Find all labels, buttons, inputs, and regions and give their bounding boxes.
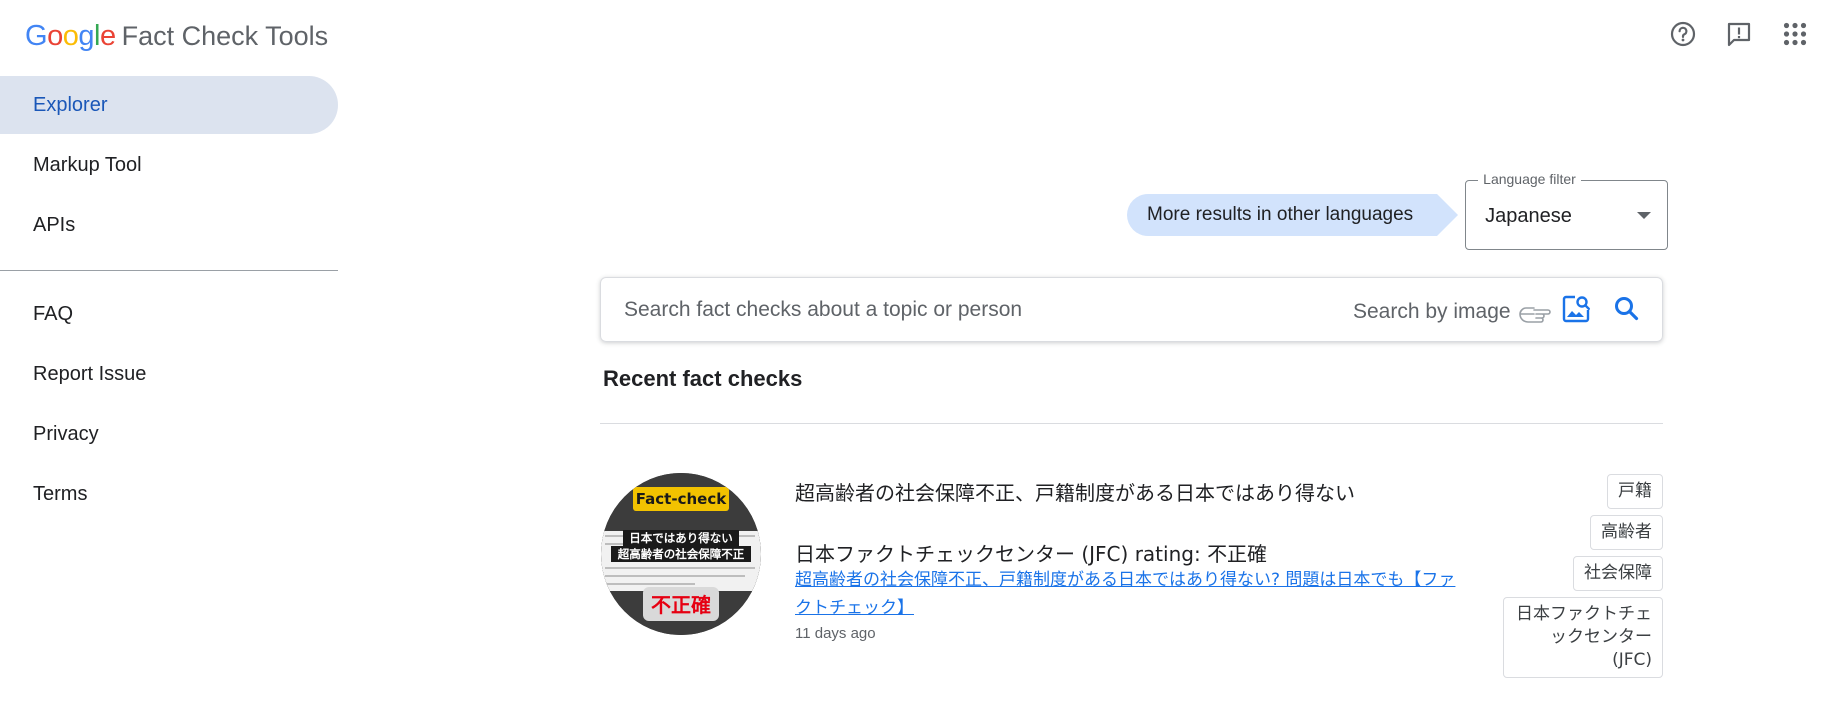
logo[interactable]: Google Fact Check Tools (25, 20, 328, 53)
sidebar: Explorer Markup Tool APIs FAQ Report Iss… (0, 76, 338, 525)
search-box: Search by image (600, 277, 1663, 342)
search-by-image-label[interactable]: Search by image (1353, 300, 1511, 324)
language-row: More results in other languages Language… (1127, 171, 1669, 250)
sidebar-divider (0, 270, 338, 271)
sidebar-item-privacy[interactable]: Privacy (0, 405, 338, 463)
logo-letter: o (47, 20, 63, 52)
fact-check-tags: 戸籍 高齢者 社会保障 日本ファクトチェックセンター (JFC) (1503, 474, 1663, 678)
tag-chip[interactable]: 社会保障 (1573, 556, 1663, 591)
feedback-icon[interactable] (1725, 20, 1753, 48)
fact-check-date: 11 days ago (795, 625, 876, 642)
language-filter-select[interactable]: Language filter Japanese (1465, 171, 1669, 250)
search-icon[interactable] (1612, 294, 1642, 324)
logo-letter: g (78, 20, 94, 52)
fact-check-article-link[interactable]: 超高齢者の社会保障不正、戸籍制度がある日本ではあり得ない? 問題は日本でも【ファ… (795, 566, 1467, 622)
fact-check-rating-line: 日本ファクトチェックセンター (JFC) rating: 不正確 (795, 538, 1267, 567)
rating-label: rating: (1134, 542, 1201, 566)
sidebar-item-faq[interactable]: FAQ (0, 285, 338, 343)
apps-grid-icon[interactable] (1781, 20, 1809, 48)
google-wordmark: Google (25, 20, 116, 53)
sidebar-item-markup-tool[interactable]: Markup Tool (0, 136, 338, 194)
pointing-hand-icon (1518, 302, 1554, 326)
fact-check-publisher: 日本ファクトチェックセンター (JFC) (795, 542, 1129, 566)
sidebar-item-report-issue[interactable]: Report Issue (0, 345, 338, 403)
thumb-badge-text: Fact-check (636, 490, 727, 508)
sidebar-item-explorer[interactable]: Explorer (0, 76, 338, 134)
section-divider (600, 423, 1663, 424)
fact-check-claim: 超高齢者の社会保障不正、戸籍制度がある日本ではあり得ない (795, 481, 1355, 505)
thumb-line2: 超高齢者の社会保障不正 (617, 547, 745, 561)
logo-letter: G (25, 20, 48, 52)
dropdown-arrow-icon (1637, 212, 1652, 219)
tag-chip[interactable]: 戸籍 (1607, 474, 1663, 509)
tag-chip-publisher[interactable]: 日本ファクトチェックセンター (JFC) (1503, 597, 1663, 678)
sidebar-item-terms[interactable]: Terms (0, 465, 338, 523)
more-results-button[interactable]: More results in other languages (1127, 194, 1459, 236)
image-search-icon[interactable] (1561, 294, 1591, 324)
language-filter-value: Japanese (1485, 205, 1572, 227)
sidebar-item-apis[interactable]: APIs (0, 196, 338, 254)
app-header: Google Fact Check Tools (0, 0, 1831, 72)
header-icons (1669, 20, 1809, 48)
fact-check-thumbnail[interactable]: Fact-check 日本ではあり得ない 超高齢者の社会保障不正 不正確 (601, 473, 761, 635)
language-filter-label: Language filter (1478, 171, 1581, 187)
recent-fact-checks-title: Recent fact checks (603, 366, 803, 391)
logo-letter: e (99, 20, 116, 52)
search-input[interactable] (624, 295, 1274, 325)
tag-chip[interactable]: 高齢者 (1590, 515, 1663, 550)
rating-value: 不正確 (1207, 542, 1268, 566)
help-icon[interactable] (1669, 20, 1697, 48)
logo-letter: o (62, 20, 79, 52)
product-name: Fact Check Tools (121, 21, 329, 51)
thumb-line1: 日本ではあり得ない (629, 531, 733, 545)
thumb-verdict: 不正確 (651, 593, 711, 617)
